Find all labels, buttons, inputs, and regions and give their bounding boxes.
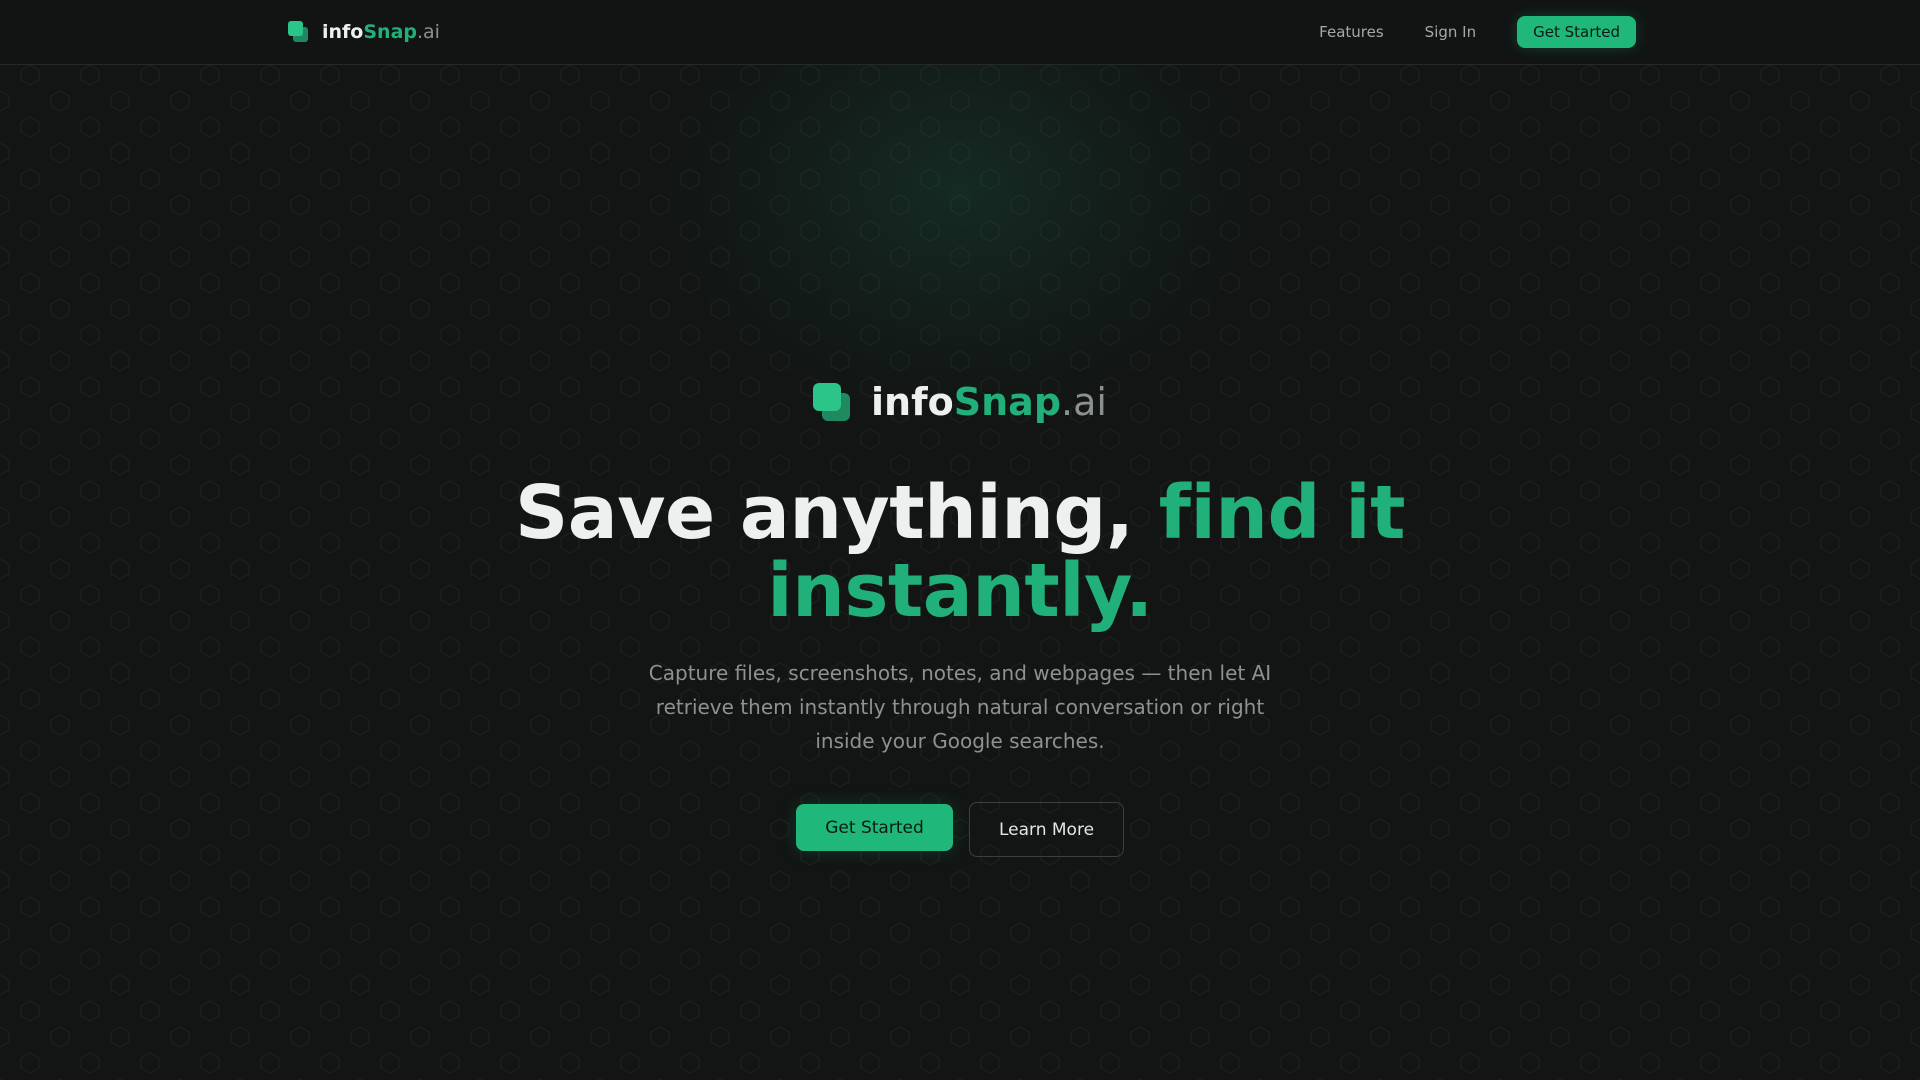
nav-link-sign-in[interactable]: Sign In [1425,23,1476,41]
hero-get-started-button[interactable]: Get Started [796,804,953,851]
stacked-squares-logo-icon [288,21,310,43]
landing-page: infoSnap.ai Features Sign In Get Started… [0,0,1920,1080]
top-navbar: infoSnap.ai Features Sign In Get Started [0,0,1920,65]
hero-cta-row: Get Started Learn More [0,802,1920,857]
nav-link-features[interactable]: Features [1319,23,1384,41]
nav-links: Features Sign In Get Started [1319,16,1636,48]
hero-brand-name: infoSnap.ai [871,380,1107,424]
hero-learn-more-button[interactable]: Learn More [969,802,1124,857]
headline-white-part: Save anything, [515,470,1159,556]
nav-brand-logo[interactable]: infoSnap.ai [288,19,440,45]
hero-subtitle: Capture files, screenshots, notes, and w… [648,661,1272,753]
nav-brand-name: infoSnap.ai [322,21,440,43]
nav-get-started-button[interactable]: Get Started [1517,16,1636,48]
hero-brand-logo: infoSnap.ai [0,380,1920,424]
hero-headline: Save anything, find it instantly. [460,474,1460,630]
stacked-squares-logo-icon [813,383,851,421]
hero-section: infoSnap.ai Save anything, find it insta… [0,64,1920,1080]
